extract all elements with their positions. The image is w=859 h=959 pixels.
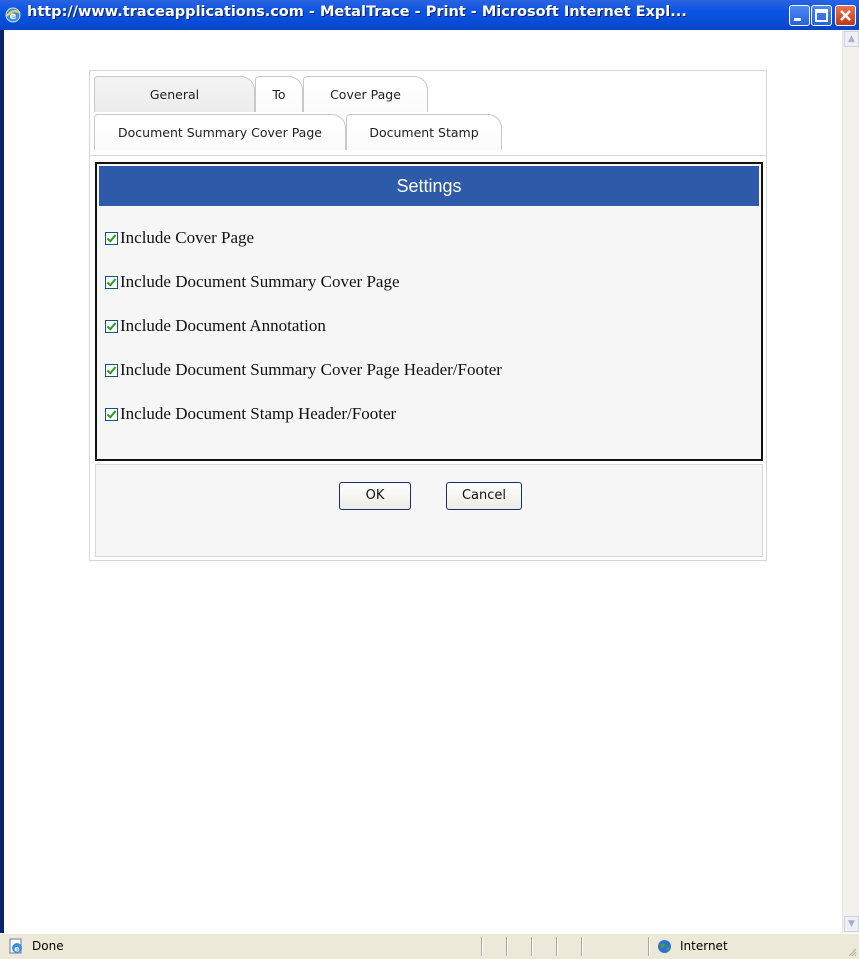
tab-cover-page[interactable]: Cover Page xyxy=(303,76,428,112)
maximize-icon xyxy=(815,9,828,22)
tab-document-stamp[interactable]: Document Stamp xyxy=(346,114,502,150)
status-divider xyxy=(481,937,483,956)
tab-strip: General To Cover Page Document Summary C… xyxy=(90,71,766,156)
close-button[interactable] xyxy=(835,5,856,26)
minimize-icon xyxy=(794,18,801,21)
status-text: Done xyxy=(32,939,64,953)
checkbox-include-summary-header-footer[interactable] xyxy=(105,363,118,377)
status-divider xyxy=(506,937,508,956)
scroll-down-icon[interactable]: ▼ xyxy=(844,916,859,932)
settings-panel: Settings Include Cover Page Include Docu… xyxy=(95,162,763,461)
window-title-bar[interactable]: e http://www.traceapplications.com - Met… xyxy=(0,0,859,30)
option-label: Include Document Stamp Header/Footer xyxy=(120,404,397,423)
print-dialog: General To Cover Page Document Summary C… xyxy=(89,70,767,561)
close-icon xyxy=(840,10,851,21)
security-zone-label: Internet xyxy=(680,939,728,953)
maximize-button[interactable] xyxy=(811,5,832,26)
svg-text:e: e xyxy=(14,945,20,954)
dialog-button-bar: OK Cancel xyxy=(95,464,763,557)
option-label: Include Document Summary Cover Page xyxy=(120,272,400,291)
status-divider xyxy=(556,937,558,956)
checkbox-include-cover-page[interactable] xyxy=(105,231,118,245)
option-include-summary-header-footer[interactable]: Include Document Summary Cover Page Head… xyxy=(105,359,502,381)
ie-icon: e xyxy=(5,7,21,23)
status-bar: e Done Internet xyxy=(0,933,859,959)
globe-icon xyxy=(658,940,671,953)
settings-header: Settings xyxy=(99,166,759,206)
vertical-scrollbar[interactable]: ▲ ▼ xyxy=(842,30,859,933)
window-title: http://www.traceapplications.com - Metal… xyxy=(27,4,687,20)
option-include-cover-page[interactable]: Include Cover Page xyxy=(105,227,254,249)
browser-content-area: General To Cover Page Document Summary C… xyxy=(4,30,859,933)
checkbox-include-document-summary-cover-page[interactable] xyxy=(105,275,118,289)
svg-text:e: e xyxy=(10,11,17,22)
option-label: Include Document Summary Cover Page Head… xyxy=(120,360,502,379)
option-include-document-annotation[interactable]: Include Document Annotation xyxy=(105,315,326,337)
option-label: Include Cover Page xyxy=(120,228,255,247)
tab-to[interactable]: To xyxy=(255,76,303,112)
checkbox-include-document-annotation[interactable] xyxy=(105,319,118,333)
option-include-document-summary-cover-page[interactable]: Include Document Summary Cover Page xyxy=(105,271,400,293)
ok-button[interactable]: OK xyxy=(339,482,411,510)
option-label: Include Document Annotation xyxy=(120,316,326,335)
page-done-icon: e xyxy=(9,938,22,954)
status-divider xyxy=(581,937,583,956)
scroll-up-icon[interactable]: ▲ xyxy=(844,31,859,47)
status-divider xyxy=(648,937,650,956)
status-divider xyxy=(531,937,533,956)
tab-document-summary-cover-page[interactable]: Document Summary Cover Page xyxy=(94,114,346,150)
minimize-button[interactable] xyxy=(789,5,810,26)
cancel-button[interactable]: Cancel xyxy=(446,482,522,510)
option-include-stamp-header-footer[interactable]: Include Document Stamp Header/Footer xyxy=(105,403,396,425)
tab-general[interactable]: General xyxy=(94,76,255,112)
checkbox-include-stamp-header-footer[interactable] xyxy=(105,407,118,421)
resize-grip-icon[interactable] xyxy=(847,947,857,957)
